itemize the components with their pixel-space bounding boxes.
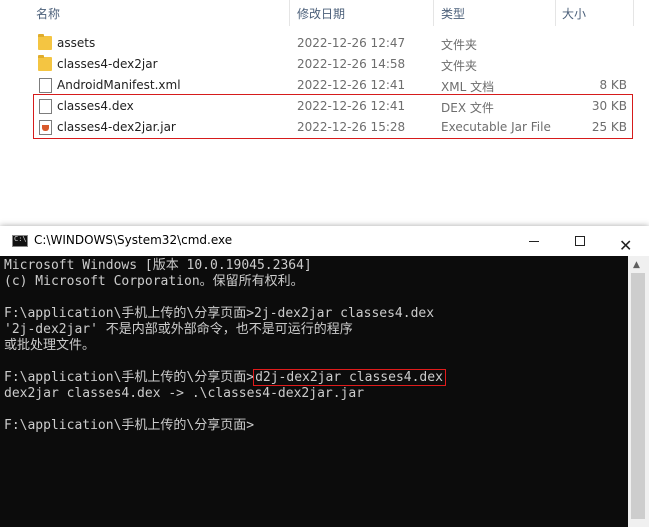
file-row-assets[interactable]: assets 2022-12-26 12:47 文件夹 bbox=[33, 33, 633, 54]
file-size: 8 KB bbox=[599, 78, 627, 92]
file-date: 2022-12-26 12:47 bbox=[297, 36, 406, 50]
console-output[interactable]: Microsoft Windows [版本 10.0.19045.2364] (… bbox=[0, 256, 628, 527]
file-explorer: ⌃ 名称 修改日期 类型 大小 assets 2022-12-26 12:47 … bbox=[0, 0, 649, 240]
column-header-row: ⌃ 名称 修改日期 类型 大小 bbox=[0, 0, 649, 26]
column-divider[interactable] bbox=[433, 0, 434, 26]
file-date: 2022-12-26 14:58 bbox=[297, 57, 406, 71]
close-button[interactable]: ✕ bbox=[603, 226, 649, 256]
console-prompt-line: F:\application\手机上传的\分享页面>d2j-dex2jar cl… bbox=[4, 369, 446, 386]
console-line: '2j-dex2jar' 不是内部或外部命令，也不是可运行的程序 bbox=[4, 322, 353, 337]
file-type: 文件夹 bbox=[441, 38, 478, 52]
folder-icon bbox=[38, 34, 52, 50]
console-line: Microsoft Windows [版本 10.0.19045.2364] bbox=[4, 258, 312, 273]
column-divider[interactable] bbox=[555, 0, 556, 26]
column-header-date[interactable]: 修改日期 bbox=[297, 5, 345, 22]
maximize-button[interactable] bbox=[557, 226, 603, 256]
console-line: dex2jar classes4.dex -> .\classes4-dex2j… bbox=[4, 386, 365, 401]
file-type: XML 文档 bbox=[441, 80, 495, 94]
minimize-icon bbox=[529, 241, 539, 242]
column-divider[interactable] bbox=[633, 0, 634, 26]
red-highlight-box bbox=[33, 94, 633, 139]
cmd-window: C:\WINDOWS\System32\cmd.exe ✕ Microsoft … bbox=[0, 226, 649, 527]
file-type: 文件夹 bbox=[441, 59, 478, 73]
minimize-button[interactable] bbox=[511, 226, 557, 256]
sort-up-icon: ⌃ bbox=[154, 0, 164, 7]
scrollbar-thumb[interactable] bbox=[631, 273, 645, 519]
highlighted-command: d2j-dex2jar classes4.dex bbox=[253, 369, 446, 386]
file-date: 2022-12-26 12:41 bbox=[297, 78, 406, 92]
file-row-classes4-dex2jar[interactable]: classes4-dex2jar 2022-12-26 14:58 文件夹 bbox=[33, 54, 633, 75]
file-row-androidmanifest[interactable]: AndroidManifest.xml 2022-12-26 12:41 XML… bbox=[33, 75, 633, 96]
column-divider[interactable] bbox=[289, 0, 290, 26]
console-line: (c) Microsoft Corporation。保留所有权利。 bbox=[4, 274, 304, 289]
folder-icon bbox=[38, 55, 52, 71]
file-name: AndroidManifest.xml bbox=[57, 78, 181, 92]
cmd-app-icon bbox=[12, 235, 28, 247]
file-name: classes4-dex2jar bbox=[57, 57, 158, 71]
vertical-scrollbar[interactable]: ▲ bbox=[628, 256, 649, 527]
title-bar[interactable]: C:\WINDOWS\System32\cmd.exe ✕ bbox=[0, 226, 649, 256]
maximize-icon bbox=[575, 236, 585, 246]
column-header-name[interactable]: 名称 bbox=[36, 5, 60, 22]
console-line: F:\application\手机上传的\分享页面> bbox=[4, 418, 255, 433]
column-header-size[interactable]: 大小 bbox=[562, 5, 586, 22]
scroll-up-icon[interactable]: ▲ bbox=[633, 260, 640, 270]
document-icon bbox=[39, 78, 52, 93]
window-title: C:\WINDOWS\System32\cmd.exe bbox=[34, 233, 233, 247]
file-name: assets bbox=[57, 36, 96, 50]
console-prompt: F:\application\手机上传的\分享页面> bbox=[4, 370, 255, 385]
console-line: 或批处理文件。 bbox=[4, 338, 96, 353]
column-header-type[interactable]: 类型 bbox=[441, 5, 465, 22]
console-line: F:\application\手机上传的\分享页面>2j-dex2jar cla… bbox=[4, 306, 435, 321]
